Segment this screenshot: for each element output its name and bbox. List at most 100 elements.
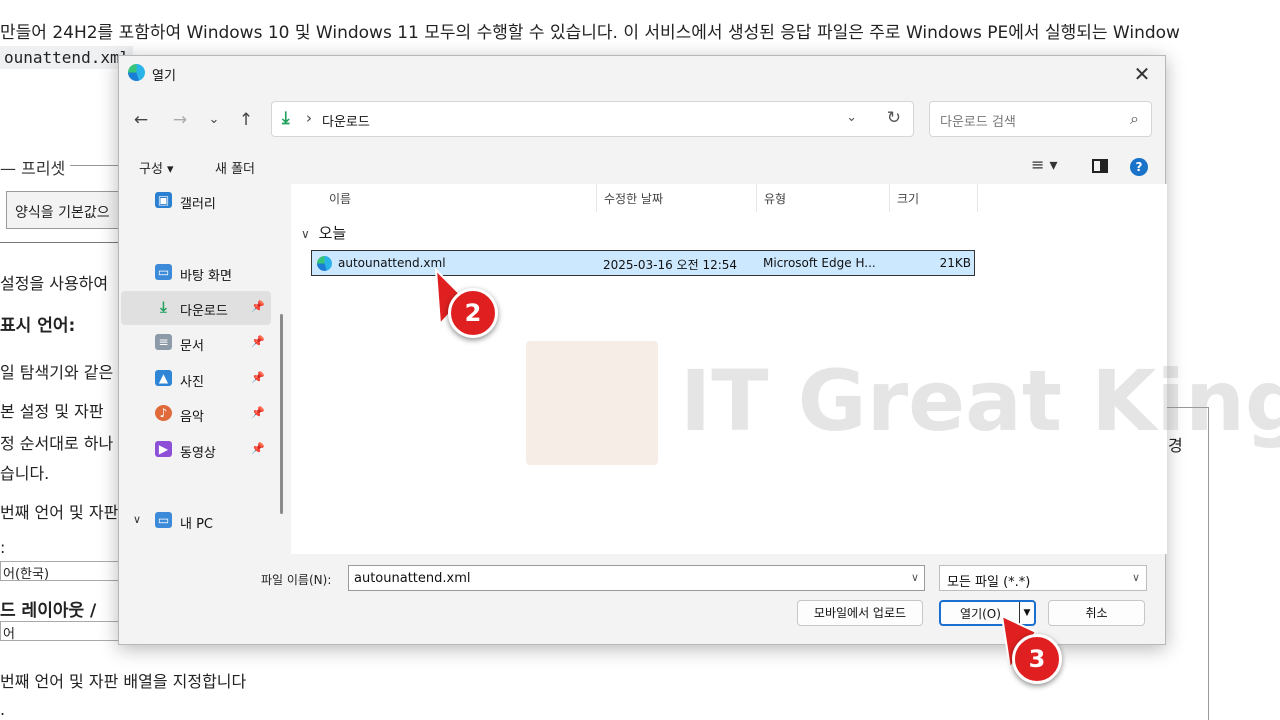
download-icon: ⤓ — [160, 298, 167, 316]
chevron-down-icon[interactable]: ∨ — [133, 513, 141, 526]
column-divider — [889, 184, 890, 212]
pin-icon: 📌 — [251, 371, 265, 384]
pictures-icon: ▲ — [155, 370, 172, 386]
music-icon: ♪ — [155, 405, 172, 421]
bg-heading-keyboard: 드 레이아웃 / — [0, 601, 97, 621]
cancel-button[interactable]: 취소 — [1048, 600, 1145, 626]
sidebar-item-label: 동영상 — [180, 446, 216, 461]
preview-pane-icon[interactable] — [1092, 159, 1108, 173]
bg-code-snippet: ounattend.xml — [0, 46, 134, 69]
sidebar-item-this-pc[interactable]: ∨ ▭ 내 PC — [121, 504, 271, 538]
new-folder-button[interactable]: 새 폴더 — [215, 158, 255, 177]
breadcrumb-downloads[interactable]: 다운로드 — [322, 111, 370, 130]
bg-text-dot: . — [0, 700, 6, 719]
edge-icon — [128, 64, 145, 81]
bg-divider — [0, 242, 120, 243]
bg-legend-text: 프리셋 — [21, 159, 66, 178]
sidebar-item-desktop[interactable]: ▭ 바탕 화면 — [121, 256, 271, 290]
gallery-icon: ▣ — [155, 192, 172, 208]
navigation-pane: ▣ 갤러리 ▭ 바탕 화면 ⤓ 다운로드 📌 ≡ 문서 📌 ▲ 사진 📌 ♪ 음… — [119, 184, 289, 554]
bg-preset-select[interactable]: 양식을 기본값으 — [6, 191, 136, 229]
sidebar-item-downloads[interactable]: ⤓ 다운로드 📌 — [121, 291, 271, 325]
bg-paragraph: 만들어 24H2를 포함하여 Windows 10 및 Windows 11 모… — [0, 23, 1180, 43]
upload-from-mobile-button[interactable]: 모바일에서 업로드 — [797, 600, 923, 626]
bg-text-order: 정 순서대로 하나 — [0, 434, 114, 453]
sidebar-item-label: 내 PC — [180, 517, 214, 532]
edge-file-icon — [317, 256, 332, 271]
annotation-badge-2: 2 — [448, 288, 498, 338]
bg-text-basic: 본 설정 및 자판 — [0, 402, 104, 421]
forward-button[interactable]: → — [168, 108, 192, 132]
sidebar-item-pictures[interactable]: ▲ 사진 📌 — [121, 362, 271, 396]
organize-button[interactable]: 구성 ▾ — [139, 158, 174, 177]
search-input[interactable]: 다운로드 검색 ⌕ — [929, 101, 1152, 137]
chevron-down-icon: ∨ — [301, 227, 310, 241]
bg-text-first-lang: 번째 언어 및 자판 — [0, 503, 119, 522]
column-header-date[interactable]: 수정한 날짜 — [604, 190, 663, 207]
sidebar-item-label: 다운로드 — [180, 304, 228, 319]
bg-frame-line-vertical — [1208, 407, 1209, 720]
filename-value: autounattend.xml — [354, 571, 471, 586]
sidebar-item-label: 갤러리 — [180, 197, 216, 212]
sidebar-item-documents[interactable]: ≡ 문서 📌 — [121, 326, 271, 360]
dialog-title: 열기 — [152, 69, 176, 84]
sidebar-item-label: 바탕 화면 — [180, 269, 232, 284]
sidebar-item-label: 문서 — [180, 339, 204, 354]
download-icon: ⤓ — [282, 108, 290, 128]
bg-input-lang[interactable]: 어 — [0, 621, 125, 642]
filename-label: 파일 이름(N): — [261, 573, 332, 587]
pin-icon: 📌 — [251, 442, 265, 455]
pin-icon: 📌 — [251, 300, 265, 313]
navigation-row: ← → ⌄ ↑ ⤓ › 다운로드 ⌄ ↻ 다운로드 검색 ⌕ — [119, 100, 1165, 140]
recent-locations-button[interactable]: ⌄ — [202, 108, 226, 132]
close-button[interactable]: ✕ — [1127, 60, 1157, 88]
bg-input-korean[interactable]: 어(한국) — [0, 561, 125, 582]
sidebar-scrollbar[interactable] — [280, 314, 283, 514]
watermark-text: IT Great King — [680, 352, 1280, 450]
dialog-titlebar: 열기 ✕ — [119, 56, 1165, 92]
filename-input[interactable]: autounattend.xml ∨ — [348, 565, 925, 591]
group-header-today[interactable]: ∨ 오늘 — [301, 222, 346, 243]
sidebar-item-videos[interactable]: ▶ 동영상 📌 — [121, 433, 271, 467]
column-header-size[interactable]: 크기 — [897, 190, 919, 207]
group-label: 오늘 — [318, 224, 347, 242]
search-icon: ⌕ — [1130, 109, 1139, 128]
file-type-filter[interactable]: 모든 파일 (*.*) ∨ — [939, 565, 1147, 591]
chevron-down-icon[interactable]: ∨ — [911, 571, 919, 584]
sidebar-item-label: 음악 — [180, 410, 204, 425]
bg-fieldset-line — [70, 165, 120, 166]
bg-text-specify: 번째 언어 및 자판 배열을 지정합니다 — [0, 672, 247, 691]
column-header-name[interactable]: 이름 — [329, 190, 351, 207]
refresh-icon[interactable]: ↻ — [887, 108, 901, 128]
bg-heading-display-lang: 표시 언어: — [0, 316, 76, 336]
sidebar-item-label: 사진 — [180, 375, 204, 390]
file-row-autounattend[interactable]: autounattend.xml 2025-03-16 오전 12:54 Mic… — [311, 250, 975, 276]
breadcrumb-separator: › — [306, 109, 312, 127]
file-size: 21KB — [939, 256, 971, 270]
watermark-logo — [526, 341, 658, 465]
file-type: Microsoft Edge H... — [763, 256, 876, 270]
column-header-type[interactable]: 유형 — [764, 190, 786, 207]
chevron-down-icon[interactable]: ⌄ — [846, 110, 857, 125]
bg-fieldset-legend: — 프리셋 — [0, 159, 66, 178]
column-divider — [756, 184, 757, 212]
bg-text-explorer: 일 탐색기와 같은 — [0, 363, 114, 382]
column-divider — [596, 184, 597, 212]
chevron-down-icon: ∨ — [1131, 571, 1140, 584]
filter-value: 모든 파일 (*.*) — [947, 575, 1031, 590]
sidebar-item-music[interactable]: ♪ 음악 📌 — [121, 397, 271, 431]
sidebar-item-gallery[interactable]: ▣ 갤러리 — [121, 184, 271, 218]
back-button[interactable]: ← — [129, 108, 153, 132]
desktop-icon: ▭ — [155, 264, 172, 280]
column-divider — [977, 184, 978, 212]
annotation-badge-3: 3 — [1012, 634, 1062, 684]
address-bar[interactable]: ⤓ › 다운로드 ⌄ ↻ — [271, 101, 914, 137]
pc-icon: ▭ — [155, 512, 172, 528]
pin-icon: 📌 — [251, 335, 265, 348]
help-icon[interactable]: ? — [1130, 158, 1148, 176]
view-options-button[interactable]: ≡ ▾ — [1031, 155, 1058, 174]
up-button[interactable]: ↑ — [234, 108, 258, 132]
search-placeholder: 다운로드 검색 — [940, 115, 1016, 130]
document-icon: ≡ — [155, 334, 172, 350]
bg-text-end: 습니다. — [0, 464, 50, 483]
